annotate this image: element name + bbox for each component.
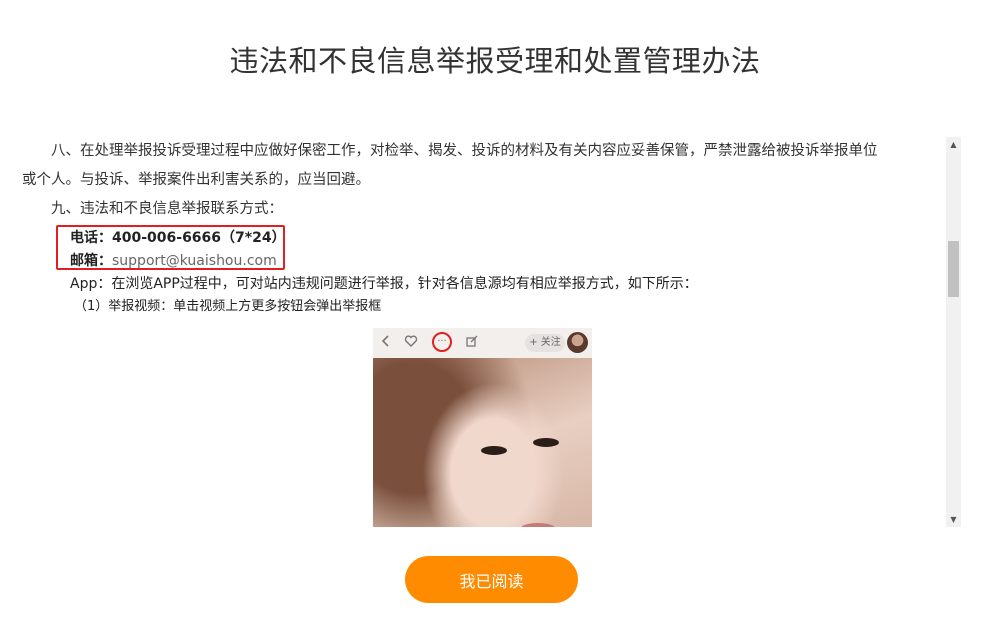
portrait-eye-left <box>481 446 507 455</box>
scroll-thumb[interactable] <box>948 241 959 297</box>
read-confirm-button[interactable]: 我已阅读 <box>405 556 578 603</box>
follow-pill: + 关注 <box>525 334 565 352</box>
scroll-down-icon[interactable]: ▼ <box>946 512 961 527</box>
app-report-description: App：在浏览APP过程中，可对站内违规问题进行举报，针对各信息源均有相应举报方… <box>70 276 698 292</box>
email-value: support@kuaishou.com <box>112 253 277 269</box>
page-title: 违法和不良信息举报受理和处置管理办法 <box>229 44 761 78</box>
document-content[interactable]: 八、在处理举报投诉受理过程中应做好保密工作，对检举、揭发、投诉的材料及有关内容应… <box>22 137 946 527</box>
avatar <box>567 332 588 353</box>
contact-email: 邮箱：support@kuaishou.com <box>70 251 277 271</box>
screenshot-toolbar: ··· + 关注 <box>373 328 592 358</box>
contact-phone: 电话：400-006-6666（7*24） <box>70 228 286 248</box>
report-step-1: （1）举报视频：单击视频上方更多按钮会弹出举报框 <box>74 299 382 314</box>
heart-icon <box>402 334 420 352</box>
portrait-photo <box>373 358 592 527</box>
paragraph-8-line-1: 八、在处理举报投诉受理过程中应做好保密工作，对检举、揭发、投诉的材料及有关内容应… <box>51 143 878 159</box>
share-edit-icon <box>463 334 481 352</box>
scroll-up-icon[interactable]: ▲ <box>946 137 961 152</box>
chevron-left-icon <box>377 334 395 352</box>
email-label: 邮箱： <box>70 253 112 269</box>
content-scrollbar[interactable]: ▲ ▼ <box>946 137 961 527</box>
phone-value: 400-006-6666（7*24） <box>112 230 286 246</box>
app-screenshot-image: ··· + 关注 <box>373 328 592 527</box>
more-dots-icon: ··· <box>432 332 452 352</box>
portrait-eye-right <box>533 438 559 447</box>
paragraph-9-heading: 九、违法和不良信息举报联系方式： <box>51 201 283 217</box>
paragraph-8-line-2: 或个人。与投诉、举报案件出利害关系的，应当回避。 <box>22 172 370 188</box>
portrait-lips <box>521 523 555 527</box>
phone-label: 电话： <box>70 230 112 246</box>
